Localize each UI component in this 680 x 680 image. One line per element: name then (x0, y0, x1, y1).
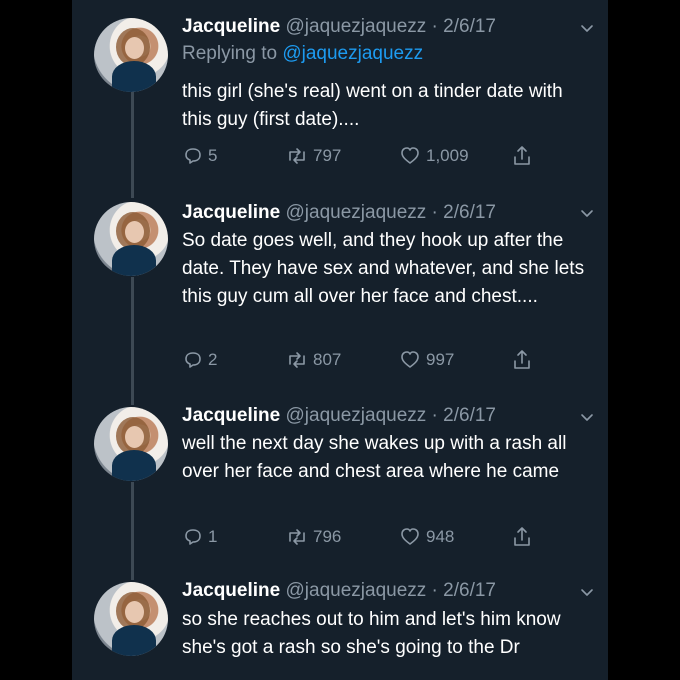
reply-context: Replying to @jaquezjaquezz (182, 41, 592, 67)
like-button[interactable]: 948 (398, 525, 454, 549)
meta-separator: · (431, 202, 438, 223)
tweet-1[interactable]: Jacqueline @jaquezjaquezz · 2/6/17 Reply… (72, 14, 608, 194)
tweet-actions: 2 807 997 (182, 348, 572, 372)
avatar-body (112, 450, 156, 481)
avatar-face (125, 221, 144, 243)
tweet-2[interactable]: Jacqueline @jaquezjaquezz · 2/6/17 So da… (72, 200, 608, 390)
share-button[interactable] (510, 525, 534, 549)
tweet-header: Jacqueline @jaquezjaquezz · 2/6/17 (182, 14, 592, 42)
avatar-face (125, 426, 144, 448)
tweet-text: this girl (she's real) went on a tinder … (182, 81, 563, 130)
tweet-date[interactable]: 2/6/17 (443, 16, 496, 37)
tweet-text: so she reaches out to him and let's him … (182, 609, 561, 658)
retweet-count: 796 (313, 527, 342, 546)
share-button[interactable] (510, 348, 534, 372)
retweet-count: 797 (313, 146, 342, 165)
avatar-face (125, 601, 144, 623)
like-button[interactable]: 997 (398, 348, 454, 372)
meta-separator: · (431, 580, 438, 601)
heart-icon (401, 351, 419, 368)
tweet-header: Jacqueline @jaquezjaquezz · 2/6/17 (182, 578, 592, 606)
reply-icon (185, 529, 201, 545)
author-name[interactable]: Jacqueline (182, 580, 280, 601)
share-icon (514, 527, 530, 546)
avatar-body (112, 625, 156, 656)
tweet-thread: Jacqueline @jaquezjaquezz · 2/6/17 Reply… (72, 0, 608, 680)
tweet-actions: 5 797 1,009 (182, 144, 572, 168)
author-name[interactable]: Jacqueline (182, 405, 280, 426)
meta-separator: · (431, 405, 438, 426)
tweet-date[interactable]: 2/6/17 (443, 580, 496, 601)
share-icon (514, 146, 530, 165)
share-icon (514, 350, 530, 369)
avatar[interactable] (94, 202, 168, 276)
avatar[interactable] (94, 582, 168, 656)
reply-count: 1 (208, 527, 218, 546)
chevron-down-icon[interactable] (580, 21, 594, 35)
tweet-4[interactable]: Jacqueline @jaquezjaquezz · 2/6/17 so sh… (72, 578, 608, 680)
tweet-header: Jacqueline @jaquezjaquezz · 2/6/17 (182, 200, 592, 228)
like-count: 997 (426, 350, 455, 369)
like-button[interactable]: 1,009 (398, 144, 469, 168)
avatar-face (125, 37, 144, 59)
retweet-icon (289, 352, 305, 368)
tweet-header: Jacqueline @jaquezjaquezz · 2/6/17 (182, 403, 592, 431)
author-name[interactable]: Jacqueline (182, 16, 280, 37)
retweet-icon (289, 148, 305, 164)
meta-separator: · (431, 16, 438, 37)
retweet-button[interactable]: 797 (285, 144, 341, 168)
reply-count: 5 (208, 146, 218, 165)
reply-handle-link[interactable]: @jaquezjaquezz (282, 43, 423, 64)
retweet-button[interactable]: 807 (285, 348, 341, 372)
avatar[interactable] (94, 407, 168, 481)
reply-button[interactable]: 2 (182, 348, 217, 372)
tweet-date[interactable]: 2/6/17 (443, 405, 496, 426)
reply-button[interactable]: 1 (182, 525, 217, 549)
reply-prefix: Replying to (182, 43, 278, 64)
author-handle[interactable]: @jaquezjaquezz (286, 202, 427, 223)
like-count: 948 (426, 527, 455, 546)
chevron-down-icon[interactable] (580, 585, 594, 599)
heart-icon (401, 147, 419, 164)
share-button[interactable] (510, 144, 534, 168)
author-handle[interactable]: @jaquezjaquezz (286, 16, 427, 37)
reply-button[interactable]: 5 (182, 144, 217, 168)
retweet-count: 807 (313, 350, 342, 369)
retweet-button[interactable]: 796 (285, 525, 341, 549)
tweet-actions: 1 796 948 (182, 525, 572, 549)
tweet-text: So date goes well, and they hook up afte… (182, 230, 585, 307)
tweet-3[interactable]: Jacqueline @jaquezjaquezz · 2/6/17 well … (72, 403, 608, 563)
avatar-body (112, 61, 156, 92)
avatar-body (112, 245, 156, 276)
chevron-down-icon[interactable] (580, 206, 594, 220)
reply-count: 2 (208, 350, 218, 369)
author-handle[interactable]: @jaquezjaquezz (286, 405, 427, 426)
retweet-icon (289, 529, 305, 545)
tweet-text: well the next day she wakes up with a ra… (182, 433, 567, 482)
reply-icon (185, 148, 201, 164)
avatar[interactable] (94, 18, 168, 92)
chevron-down-icon[interactable] (580, 410, 594, 424)
reply-icon (185, 352, 201, 368)
tweet-date[interactable]: 2/6/17 (443, 202, 496, 223)
heart-icon (401, 528, 419, 545)
author-name[interactable]: Jacqueline (182, 202, 280, 223)
like-count: 1,009 (426, 146, 469, 165)
author-handle[interactable]: @jaquezjaquezz (286, 580, 427, 601)
